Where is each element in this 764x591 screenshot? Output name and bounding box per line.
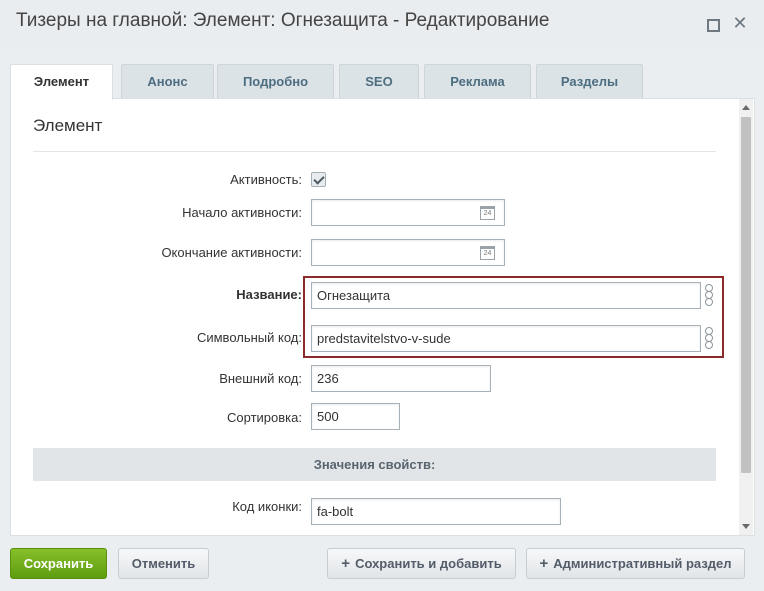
save-button[interactable]: Сохранить [10, 548, 107, 579]
save-and-add-button[interactable]: + Сохранить и добавить [327, 548, 516, 579]
sort-label: Сортировка: [227, 410, 302, 425]
properties-header: Значения свойств: [33, 448, 716, 481]
tab-sections[interactable]: Разделы [536, 64, 643, 99]
name-label: Название: [236, 287, 302, 302]
section-title: Элемент [33, 116, 103, 135]
active-label: Активность: [230, 172, 302, 187]
admin-section-button[interactable]: + Административный раздел [526, 548, 745, 579]
scroll-thumb[interactable] [741, 117, 751, 473]
scroll-up-icon[interactable] [742, 105, 750, 110]
active-to-input[interactable] [311, 239, 505, 266]
tab-detail[interactable]: Подробно [217, 64, 334, 99]
code-label: Символьный код: [196, 330, 302, 345]
section-divider [33, 151, 716, 152]
maximize-icon[interactable] [702, 14, 720, 32]
tab-ads[interactable]: Реклама [424, 64, 531, 99]
plus-icon: + [341, 555, 351, 572]
scrollbar[interactable] [739, 99, 753, 535]
code-input[interactable]: predstavitelstvo-v-sude [311, 325, 701, 352]
name-input[interactable]: Огнезащита [311, 282, 701, 309]
external-code-label: Внешний код: [219, 371, 302, 386]
active-from-label: Начало активности: [182, 205, 302, 220]
plus-icon: + [539, 555, 549, 572]
window-title: Тизеры на главной: Элемент: Огнезащита -… [16, 10, 550, 31]
sort-input[interactable]: 500 [311, 403, 400, 430]
save-and-add-label: Сохранить и добавить [355, 556, 502, 571]
calendar-icon[interactable]: 24 [480, 246, 495, 260]
calendar-icon[interactable]: 24 [480, 206, 495, 220]
tab-element[interactable]: Элемент [10, 64, 113, 100]
link-icon[interactable] [703, 327, 715, 351]
window-titlebar: Тизеры на главной: Элемент: Огнезащита -… [0, 0, 764, 46]
active-from-input[interactable] [311, 199, 505, 226]
admin-section-label: Административный раздел [553, 556, 732, 571]
icon-code-label: Код иконки: [232, 499, 302, 514]
active-checkbox[interactable] [311, 172, 326, 187]
active-to-label: Окончание активности: [161, 245, 302, 260]
tab-announce[interactable]: Анонс [121, 64, 214, 99]
close-icon[interactable]: ✕ [731, 14, 749, 32]
scroll-down-icon[interactable] [742, 524, 750, 529]
link-icon[interactable] [703, 284, 715, 308]
icon-code-input[interactable]: fa-bolt [311, 498, 561, 525]
tab-seo[interactable]: SEO [339, 64, 419, 99]
external-code-input[interactable]: 236 [311, 365, 491, 392]
cancel-button[interactable]: Отменить [118, 548, 209, 579]
